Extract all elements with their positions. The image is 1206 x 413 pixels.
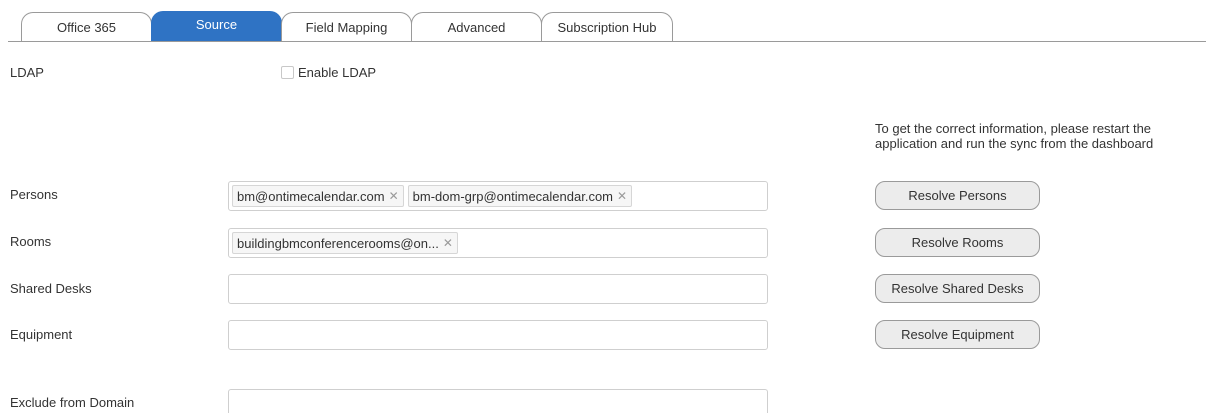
tab-label: Source [195, 17, 238, 32]
tag-text: bm-dom-grp@ontimecalendar.com [412, 188, 614, 204]
close-icon[interactable]: ✕ [443, 236, 453, 250]
rooms-tag: buildingbmconferencerooms@on... ✕ [232, 232, 458, 254]
close-icon[interactable]: ✕ [617, 189, 627, 203]
persons-tag: bm-dom-grp@ontimecalendar.com ✕ [407, 185, 633, 207]
tab-bar: Office 365 Source Field Mapping Advanced… [0, 0, 1206, 42]
tab-label: Office 365 [56, 19, 117, 35]
equipment-label: Equipment [10, 327, 73, 342]
persons-tag: bm@ontimecalendar.com ✕ [232, 185, 404, 207]
rooms-input[interactable]: buildingbmconferencerooms@on... ✕ [228, 228, 768, 258]
persons-label: Persons [10, 187, 58, 202]
shared-desks-input[interactable] [228, 274, 768, 304]
tab-source[interactable]: Source [151, 11, 282, 42]
close-icon[interactable]: ✕ [389, 189, 399, 203]
tab-label: Advanced [447, 19, 506, 35]
equipment-input[interactable] [228, 320, 768, 350]
tab-advanced[interactable]: Advanced [411, 12, 542, 41]
enable-ldap-checkbox[interactable] [281, 66, 294, 79]
enable-ldap-option[interactable]: Enable LDAP [281, 65, 376, 80]
tab-divider [8, 41, 1206, 42]
enable-ldap-label: Enable LDAP [298, 65, 377, 80]
exclude-from-domain-input[interactable] [228, 389, 768, 413]
restart-note: To get the correct information, please r… [875, 121, 1154, 151]
resolve-rooms-button[interactable]: Resolve Rooms [875, 228, 1040, 257]
ldap-label: LDAP [10, 65, 44, 80]
exclude-from-domain-label: Exclude from Domain [10, 395, 135, 410]
tag-text: buildingbmconferencerooms@on... [237, 235, 439, 251]
tab-subscription-hub[interactable]: Subscription Hub [541, 12, 673, 41]
resolve-persons-button[interactable]: Resolve Persons [875, 181, 1040, 210]
tab-label: Field Mapping [305, 19, 388, 35]
resolve-equipment-button[interactable]: Resolve Equipment [875, 320, 1040, 349]
persons-input[interactable]: bm@ontimecalendar.com ✕ bm-dom-grp@ontime… [228, 181, 768, 211]
tag-text: bm@ontimecalendar.com [237, 188, 385, 204]
rooms-label: Rooms [10, 234, 52, 249]
tab-field-mapping[interactable]: Field Mapping [281, 12, 412, 41]
tab-office-365[interactable]: Office 365 [21, 12, 152, 41]
resolve-shared-desks-button[interactable]: Resolve Shared Desks [875, 274, 1040, 303]
shared-desks-label: Shared Desks [10, 281, 92, 296]
tab-label: Subscription Hub [557, 19, 657, 35]
